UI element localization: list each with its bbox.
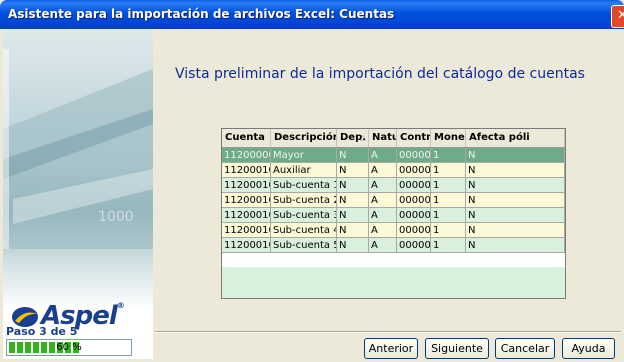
column-header[interactable]: Contrap xyxy=(397,129,431,147)
table-cell: 1 xyxy=(431,193,466,208)
decorative-artwork: 1000 xyxy=(3,49,153,249)
table-cell: Auxiliar xyxy=(271,163,337,178)
table-cell: 112000101 xyxy=(222,238,271,253)
table-row[interactable]: 112000001MayorNA00000001N xyxy=(222,148,565,163)
table-header: CuentaDescripciónDep. △NatuContrapMoneda… xyxy=(222,129,565,148)
table-empty-area xyxy=(222,267,565,298)
table-cell: 0000000 xyxy=(397,238,431,253)
table-cell: N xyxy=(466,163,565,178)
table-cell: 1 xyxy=(431,238,466,253)
table-cell: Sub-cuenta 4 xyxy=(271,223,337,238)
table-cell: 112000001 xyxy=(222,148,271,163)
column-header[interactable]: Moneda xyxy=(431,129,466,147)
table-cell: N xyxy=(337,238,369,253)
table-cell: Sub-cuenta 3 xyxy=(271,208,337,223)
table-cell: 112000101 xyxy=(222,208,271,223)
table-cell: A xyxy=(369,223,397,238)
column-header[interactable]: Afecta póli xyxy=(466,129,565,147)
table-cell: 112000101 xyxy=(222,163,271,178)
table-cell: N xyxy=(466,223,565,238)
table-cell: 0000000 xyxy=(397,163,431,178)
table-row[interactable]: 112000101Sub-cuenta 5NA00000001N xyxy=(222,238,565,253)
table-row[interactable]: 112000101Sub-cuenta 3NA00000001N xyxy=(222,208,565,223)
table-cell: N xyxy=(337,208,369,223)
column-header[interactable]: Descripción xyxy=(271,129,337,147)
table-cell: 112000101 xyxy=(222,223,271,238)
title-bar[interactable]: Asistente para la importación de archivo… xyxy=(0,0,624,29)
step-indicator: Paso 3 de 5 xyxy=(6,325,78,338)
sort-ascending-icon: △ xyxy=(359,133,366,142)
column-header[interactable]: Natu xyxy=(369,129,397,147)
table-cell: N xyxy=(466,238,565,253)
table-cell: N xyxy=(337,178,369,193)
table-cell: N xyxy=(337,148,369,163)
table-cell: N xyxy=(337,223,369,238)
table-cell: Sub-cuenta 5 xyxy=(271,238,337,253)
table-cell: 112000101 xyxy=(222,178,271,193)
table-row[interactable]: 112000101Sub-cuenta 4NA00000001N xyxy=(222,223,565,238)
table-cell: 1 xyxy=(431,208,466,223)
progress-label: 60 % xyxy=(56,342,82,353)
table-cell: A xyxy=(369,208,397,223)
help-button[interactable]: Ayuda xyxy=(562,338,615,359)
svg-text:1000: 1000 xyxy=(98,209,134,225)
table-cell: 0000000 xyxy=(397,178,431,193)
table-cell: 1 xyxy=(431,223,466,238)
back-button[interactable]: Anterior xyxy=(364,338,418,359)
table-cell: Sub-cuenta 1 xyxy=(271,178,337,193)
preview-table[interactable]: CuentaDescripciónDep. △NatuContrapMoneda… xyxy=(221,128,566,299)
table-cell: 0000000 xyxy=(397,148,431,163)
table-cell: 112000101 xyxy=(222,193,271,208)
table-cell: N xyxy=(337,193,369,208)
close-icon: ✕ xyxy=(617,8,624,23)
logo-registered-mark: ® xyxy=(116,301,125,310)
next-button[interactable]: Siguiente xyxy=(425,338,489,359)
table-cell: Mayor xyxy=(271,148,337,163)
column-header[interactable]: Cuenta xyxy=(222,129,271,147)
window-title: Asistente para la importación de archivo… xyxy=(8,7,395,21)
table-cell: A xyxy=(369,178,397,193)
table-cell: 0000000 xyxy=(397,208,431,223)
table-cell: 1 xyxy=(431,178,466,193)
cancel-button[interactable]: Cancelar xyxy=(495,338,555,359)
table-cell: A xyxy=(369,238,397,253)
progress-bar: 60 % xyxy=(6,339,132,356)
table-cell: N xyxy=(466,178,565,193)
table-cell: A xyxy=(369,163,397,178)
column-header[interactable]: Dep. △ xyxy=(337,129,369,147)
table-row[interactable]: 112000101Sub-cuenta 2NA00000001N xyxy=(222,193,565,208)
button-separator xyxy=(155,331,621,333)
close-button[interactable]: ✕ xyxy=(611,5,624,28)
wizard-window: Asistente para la importación de archivo… xyxy=(0,0,624,362)
table-cell: 0000000 xyxy=(397,223,431,238)
sidebar-panel: 1000 Aspel® Paso 3 de 5 60 % xyxy=(3,29,153,359)
table-row[interactable]: 112000101Sub-cuenta 1NA00000001N xyxy=(222,178,565,193)
table-cell: 0000000 xyxy=(397,193,431,208)
page-heading: Vista preliminar de la importación del c… xyxy=(175,66,585,82)
table-cell: Sub-cuenta 2 xyxy=(271,193,337,208)
table-cell: N xyxy=(466,148,565,163)
table-cell: N xyxy=(337,163,369,178)
table-cell: N xyxy=(466,208,565,223)
table-cell: 1 xyxy=(431,148,466,163)
table-cell: A xyxy=(369,193,397,208)
table-row[interactable]: 112000101AuxiliarNA00000001N xyxy=(222,163,565,178)
table-cell: 1 xyxy=(431,163,466,178)
table-cell: N xyxy=(466,193,565,208)
table-cell: A xyxy=(369,148,397,163)
